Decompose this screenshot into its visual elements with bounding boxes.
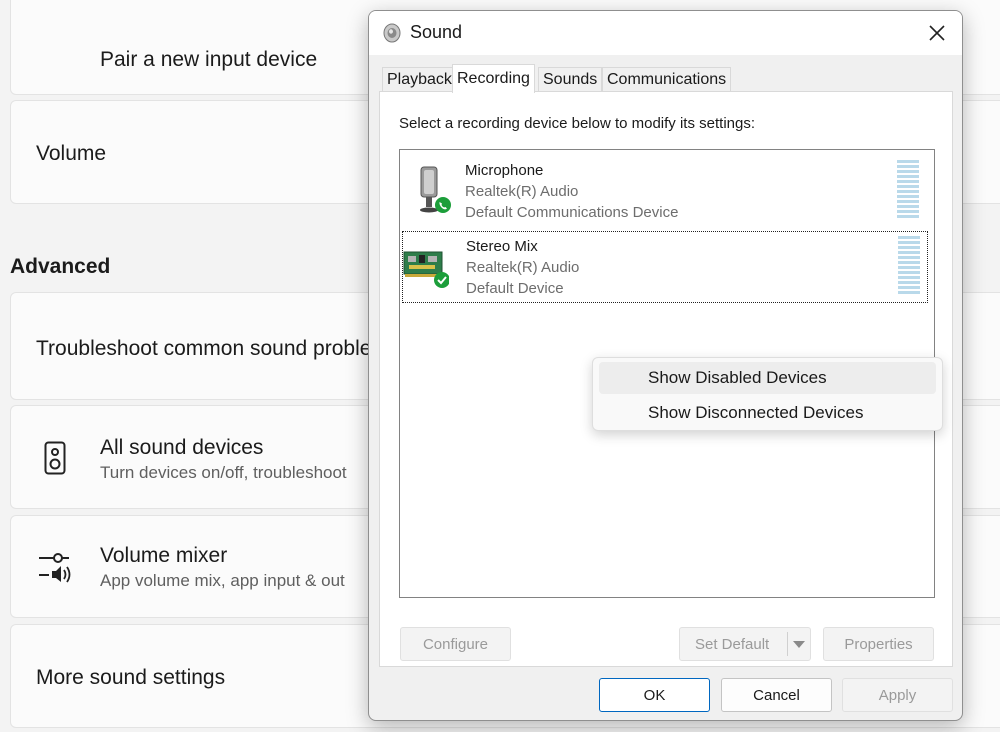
context-menu: Show Disabled Devices Show Disconnected …	[592, 357, 943, 431]
device-row-stereo-mix[interactable]: Stereo Mix Realtek(R) Audio Default Devi…	[402, 231, 928, 303]
menu-item-show-disconnected-devices[interactable]: Show Disconnected Devices	[599, 397, 936, 429]
close-button[interactable]	[912, 11, 962, 55]
advanced-heading: Advanced	[10, 255, 111, 278]
configure-button[interactable]: Configure	[400, 627, 511, 661]
device-status: Default Communications Device	[465, 204, 679, 221]
all-sound-devices-title: All sound devices	[100, 436, 264, 459]
dialog-title: Sound	[410, 22, 463, 42]
tab-communications[interactable]: Communications	[602, 67, 732, 92]
device-name: Microphone	[465, 162, 544, 179]
device-driver: Realtek(R) Audio	[465, 183, 579, 200]
volume-mixer-subtitle: App volume mix, app input & out	[100, 571, 345, 590]
level-meter	[898, 236, 920, 296]
title-bar[interactable]: Sound	[369, 11, 962, 55]
cancel-button[interactable]: Cancel	[721, 678, 832, 712]
chevron-down-icon[interactable]	[792, 640, 806, 649]
apply-button[interactable]: Apply	[842, 678, 953, 712]
tab-sounds[interactable]: Sounds	[538, 67, 603, 92]
volume-mixer-title: Volume mixer	[100, 544, 228, 567]
device-row-microphone[interactable]: Microphone Realtek(R) Audio Default Comm…	[402, 154, 928, 226]
close-icon	[929, 25, 945, 41]
phone-badge-icon	[435, 197, 451, 213]
ok-button[interactable]: OK	[599, 678, 710, 712]
set-default-label: Set Default	[695, 635, 770, 653]
troubleshoot-label: Troubleshoot common sound proble	[36, 337, 372, 360]
set-default-divider	[787, 632, 788, 656]
volume-label: Volume	[36, 142, 107, 165]
pair-input-label: Pair a new input device	[100, 48, 318, 71]
level-meter	[897, 160, 919, 220]
menu-item-show-disabled-devices[interactable]: Show Disabled Devices	[599, 362, 936, 394]
speaker-device-icon	[44, 441, 66, 475]
tab-playback[interactable]: Playback	[382, 67, 457, 92]
set-default-button[interactable]: Set Default	[679, 627, 811, 661]
device-status: Default Device	[466, 280, 564, 297]
device-name: Stereo Mix	[466, 238, 538, 255]
instruction-text: Select a recording device below to modif…	[399, 115, 756, 132]
speaker-icon	[383, 23, 401, 43]
tab-recording[interactable]: Recording	[452, 64, 535, 93]
volume-mixer-icon	[39, 553, 71, 583]
device-driver: Realtek(R) Audio	[466, 259, 580, 276]
all-sound-devices-subtitle: Turn devices on/off, troubleshoot	[100, 463, 347, 482]
microphone-icon	[420, 166, 451, 213]
sound-card-icon	[403, 251, 449, 288]
more-sound-settings-label: More sound settings	[36, 666, 226, 689]
properties-button[interactable]: Properties	[823, 627, 934, 661]
